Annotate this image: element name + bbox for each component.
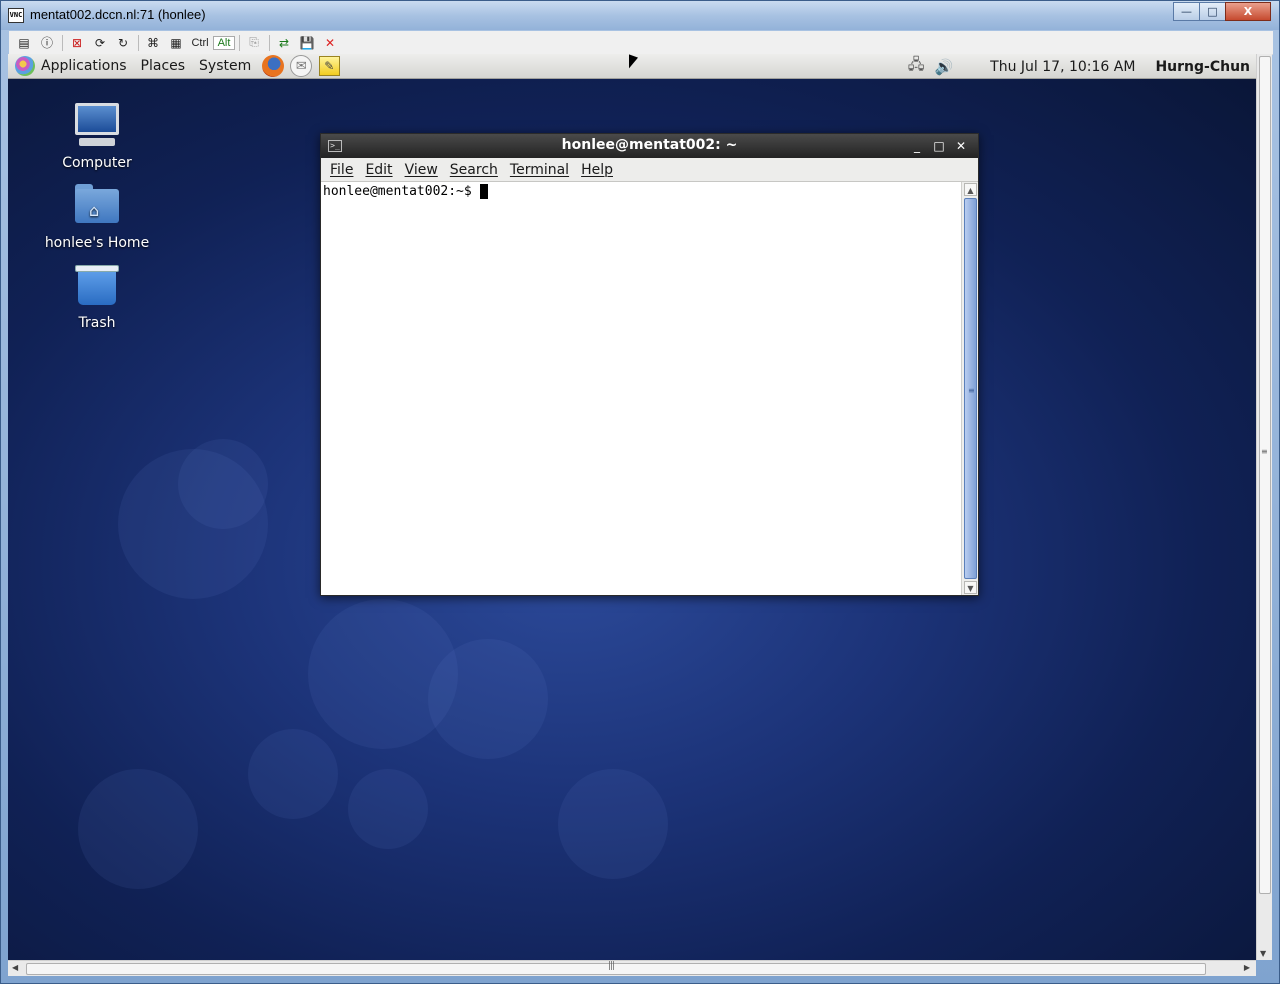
terminal-menu-terminal[interactable]: Terminal — [504, 162, 575, 178]
disconnect-icon[interactable]: ✕ — [320, 34, 340, 52]
desktop-icon-trash[interactable]: Trash — [42, 261, 152, 331]
vnc-title: mentat002.dccn.nl:71 (honlee) — [30, 7, 206, 22]
copy-icon[interactable]: ⎘ — [244, 34, 264, 52]
desktop-icon-home[interactable]: ⌂ honlee's Home — [42, 181, 152, 251]
refresh-alt-icon[interactable]: ↻ — [113, 34, 133, 52]
send-icon[interactable]: ⇄ — [274, 34, 294, 52]
desktop-icon-label: Computer — [62, 155, 132, 171]
save-icon[interactable]: 💾 — [297, 34, 317, 52]
network-icon[interactable]: 🖧 — [904, 55, 928, 78]
trash-icon — [73, 261, 121, 311]
notes-icon: ✎ — [318, 56, 340, 76]
vnc-toolbar: ▤ ⓘ ⊠ ⟳ ↻ ⌘ ▦ Ctrl Alt ⎘ ⇄ 💾 ✕ — [9, 31, 1273, 55]
mail-icon: ✉ — [290, 55, 313, 77]
terminal-title: honlee@mentat002: ~ — [561, 137, 738, 153]
scroll-left-icon[interactable]: ◀ — [12, 963, 18, 972]
scroll-down-icon[interactable]: ▼ — [964, 581, 977, 594]
refresh-icon[interactable]: ⟳ — [90, 34, 110, 52]
options-icon[interactable]: ▤ — [14, 34, 34, 52]
terminal-close-button[interactable]: ✕ — [950, 138, 972, 154]
mail-launcher[interactable]: ✉ — [288, 54, 314, 78]
vnc-vertical-scrollbar[interactable]: ≡ ▼ — [1256, 54, 1272, 960]
info-icon[interactable]: ⓘ — [37, 34, 57, 52]
terminal-minimize-button[interactable]: _ — [906, 138, 928, 154]
vnc-icon: VNC — [8, 8, 24, 23]
vnc-vertical-scroll-thumb[interactable] — [1259, 56, 1271, 894]
menu-applications-label: Applications — [41, 58, 127, 74]
terminal-menu-help[interactable]: Help — [575, 162, 619, 178]
vnc-horizontal-scrollbar[interactable]: ◀ ||| ▶ — [8, 960, 1256, 976]
firefox-launcher[interactable] — [260, 54, 286, 78]
desktop-icon-computer[interactable]: Computer — [42, 101, 152, 171]
menu-applications[interactable]: Applications — [8, 54, 134, 79]
panel-user-menu[interactable]: Hurng-Chun — [1155, 59, 1250, 75]
terminal-menu-search[interactable]: Search — [444, 162, 504, 178]
vnc-titlebar[interactable]: VNC mentat002.dccn.nl:71 (honlee) — □ X — [1, 1, 1279, 30]
scroll-right-icon[interactable]: ▶ — [1244, 963, 1250, 972]
notes-launcher[interactable]: ✎ — [316, 54, 342, 78]
gnome-foot-icon — [15, 56, 35, 76]
minimize-button[interactable]: — — [1173, 2, 1200, 21]
terminal-titlebar[interactable]: >_ honlee@mentat002: ~ _ □ ✕ — [321, 134, 978, 158]
menu-places[interactable]: Places — [134, 54, 193, 79]
menu-system[interactable]: System — [192, 54, 258, 79]
terminal-maximize-button[interactable]: □ — [928, 138, 950, 154]
terminal-menubar: File Edit View Search Terminal Help — [321, 158, 978, 182]
home-folder-icon: ⌂ — [73, 181, 121, 231]
terminal-body[interactable]: honlee@mentat002:~$ — [321, 182, 961, 595]
terminal-scrollbar[interactable]: ▲ ≡ ▼ — [961, 182, 978, 595]
volume-icon[interactable]: 🔊 — [932, 56, 956, 78]
file-transfer-icon[interactable]: ▦ — [166, 34, 186, 52]
terminal-menu-edit[interactable]: Edit — [359, 162, 398, 178]
terminal-scroll-thumb[interactable]: ≡ — [964, 198, 977, 579]
mouse-pointer-icon — [629, 54, 638, 72]
scroll-down-icon[interactable]: ▼ — [1260, 949, 1266, 958]
desktop-icon-label: Trash — [78, 315, 116, 331]
alt-key-button[interactable]: Alt — [213, 35, 235, 50]
maximize-button[interactable]: □ — [1199, 2, 1226, 21]
terminal-window: >_ honlee@mentat002: ~ _ □ ✕ File Edit V… — [320, 133, 979, 596]
ctrl-alt-del-icon[interactable]: ⌘ — [143, 34, 163, 52]
terminal-menu-file[interactable]: File — [324, 162, 359, 178]
panel-clock[interactable]: Thu Jul 17, 10:16 AM — [990, 59, 1135, 75]
scroll-up-icon[interactable]: ▲ — [964, 183, 977, 196]
firefox-icon — [262, 55, 285, 77]
ctrl-key-button[interactable]: Ctrl — [189, 37, 211, 49]
computer-icon — [73, 101, 121, 151]
terminal-prompt: honlee@mentat002:~$ — [323, 184, 480, 199]
fullscreen-icon[interactable]: ⊠ — [67, 34, 87, 52]
terminal-cursor — [479, 184, 488, 199]
desktop-icon-label: honlee's Home — [44, 235, 150, 251]
vnc-horizontal-scroll-thumb[interactable] — [26, 963, 1206, 975]
close-button[interactable]: X — [1225, 2, 1271, 21]
terminal-menu-view[interactable]: View — [399, 162, 444, 178]
